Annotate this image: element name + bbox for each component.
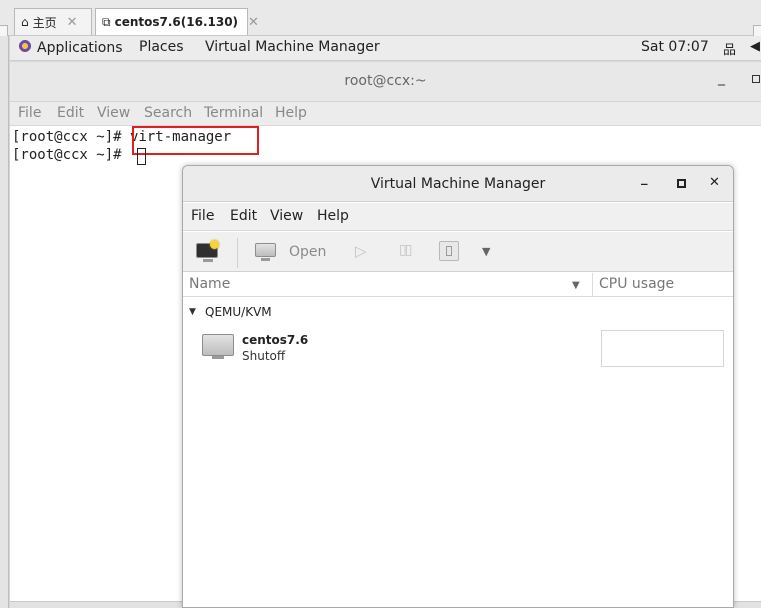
- host-tab-home[interactable]: ⌂ 主页 ✕: [14, 8, 92, 35]
- maximize-button[interactable]: [677, 179, 686, 188]
- terminal-menubar: File Edit View Search Terminal Help: [10, 102, 761, 126]
- home-icon: ⌂: [21, 15, 29, 29]
- places-menu[interactable]: Places: [139, 39, 184, 55]
- shell-prompt: [root@ccx ~]#: [12, 147, 131, 163]
- maximize-button[interactable]: [752, 75, 760, 83]
- minimize-button[interactable]: _: [641, 171, 648, 186]
- terminal-cursor: [137, 148, 146, 165]
- monitor-icon: [255, 243, 276, 257]
- pause-button[interactable]: ▯▯: [399, 242, 412, 258]
- close-icon[interactable]: ✕: [67, 15, 78, 30]
- vmm-menu-view[interactable]: View: [270, 208, 303, 224]
- terminal-menu-search[interactable]: Search: [144, 105, 192, 121]
- terminal-line: [root@ccx ~]#: [12, 147, 130, 163]
- vmm-menubar: File Edit View Help: [183, 203, 733, 231]
- monitor-stand: [261, 258, 270, 261]
- connection-row[interactable]: QEMU/KVM: [205, 305, 272, 319]
- vmm-title: Virtual Machine Manager: [370, 176, 546, 192]
- gnome-foot-icon: [18, 39, 32, 53]
- host-tab-vm[interactable]: ⧉ centos7.6(16.130) ✕: [95, 8, 259, 35]
- vm-name: centos7.6: [242, 333, 309, 347]
- monitor-stand: [212, 356, 224, 359]
- sort-arrow-icon[interactable]: ▼: [572, 280, 580, 291]
- terminal-menu-view[interactable]: View: [97, 105, 130, 121]
- vm-list-header: Name ▼ CPU usage: [183, 273, 733, 297]
- app-menu[interactable]: Virtual Machine Manager: [205, 39, 380, 55]
- column-header-cpu[interactable]: CPU usage: [599, 276, 674, 292]
- star-icon: [210, 240, 219, 249]
- vmm-window: Virtual Machine Manager _ ✕ File Edit Vi…: [182, 165, 734, 608]
- expander-icon[interactable]: ▼: [189, 307, 196, 317]
- cpu-usage-graph: [601, 330, 724, 367]
- minimize-button[interactable]: _: [718, 70, 725, 86]
- new-vm-button[interactable]: [195, 240, 221, 264]
- terminal-menu-edit[interactable]: Edit: [57, 105, 84, 121]
- terminal-menu-file[interactable]: File: [18, 105, 41, 121]
- close-icon[interactable]: ✕: [248, 15, 259, 30]
- close-button[interactable]: ✕: [709, 175, 720, 190]
- vmm-menu-file[interactable]: File: [191, 208, 214, 224]
- power-icon: [446, 246, 452, 256]
- column-divider[interactable]: [592, 273, 593, 297]
- vm-monitor-icon: [202, 334, 234, 356]
- host-tab-strip: ⌂ 主页 ✕ ⧉ centos7.6(16.130) ✕: [0, 0, 761, 45]
- shutdown-button[interactable]: [439, 241, 459, 261]
- clock[interactable]: Sat 07:07: [641, 39, 709, 55]
- vmm-titlebar: Virtual Machine Manager _ ✕: [183, 166, 733, 202]
- gnome-top-bar: Applications Places Virtual Machine Mana…: [10, 36, 761, 61]
- open-button[interactable]: Open: [253, 240, 353, 266]
- host-tab-label: centos7.6(16.130): [114, 15, 239, 29]
- vm-list[interactable]: ▼ QEMU/KVM centos7.6 Shutoff: [183, 298, 733, 598]
- volume-icon[interactable]: ◀: [750, 39, 760, 54]
- shutdown-dropdown-button[interactable]: ▼: [482, 245, 490, 258]
- terminal-menu-help[interactable]: Help: [275, 105, 307, 121]
- vm-state: Shutoff: [242, 349, 286, 363]
- command-highlight-box: [132, 126, 259, 155]
- column-header-name[interactable]: Name: [189, 276, 230, 292]
- open-label: Open: [289, 244, 327, 260]
- shell-prompt: [root@ccx ~]#: [12, 129, 131, 145]
- network-icon[interactable]: 品: [723, 39, 736, 58]
- vmm-toolbar: Open ▷ ▯▯ ▼: [183, 232, 733, 272]
- applications-menu[interactable]: Applications: [18, 39, 123, 56]
- host-left-edge: [0, 36, 9, 608]
- vmm-menu-edit[interactable]: Edit: [230, 208, 257, 224]
- table-row[interactable]: centos7.6 Shutoff: [183, 328, 733, 368]
- toolbar-separator: [237, 238, 238, 268]
- monitor-stand: [203, 259, 213, 262]
- host-tab-label: 主页: [32, 15, 57, 30]
- terminal-title: root@ccx:~: [344, 73, 427, 89]
- terminal-menu-terminal[interactable]: Terminal: [204, 105, 263, 121]
- terminal-titlebar: root@ccx:~ _: [10, 62, 761, 102]
- run-button[interactable]: ▷: [355, 242, 367, 260]
- vmm-menu-help[interactable]: Help: [317, 208, 349, 224]
- vm-console-icon: ⧉: [102, 14, 111, 29]
